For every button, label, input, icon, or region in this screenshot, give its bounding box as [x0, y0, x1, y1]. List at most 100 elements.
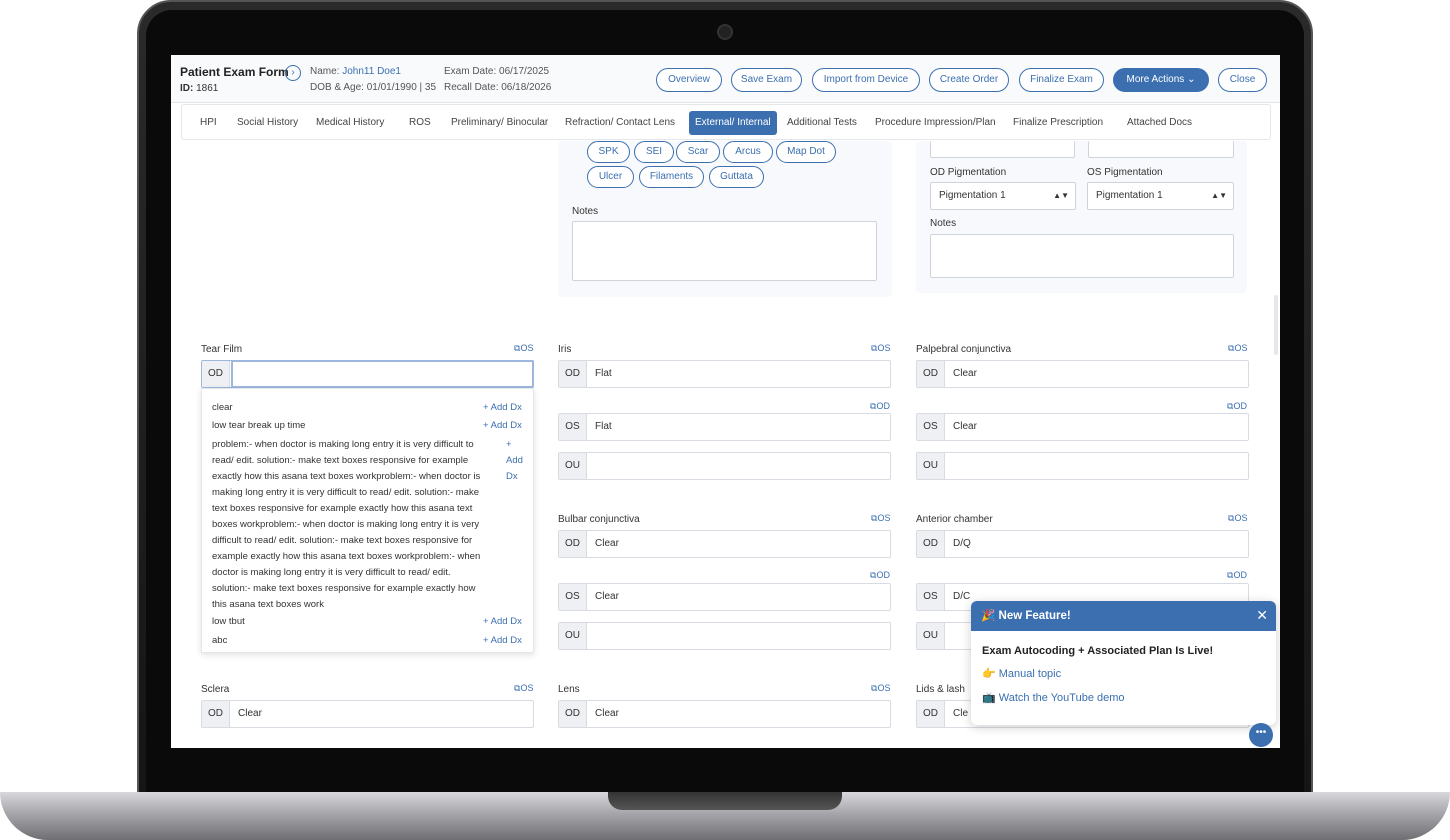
more-options-icon[interactable]: ••• — [1249, 723, 1273, 747]
suggestion-item-long[interactable]: problem:- when doctor is making long ent… — [212, 437, 480, 613]
tear-film-od-field[interactable]: OD — [201, 360, 534, 388]
iris-os-field[interactable]: OS Flat — [558, 413, 891, 441]
copy-to-os-button[interactable]: ⧉OS — [1228, 513, 1247, 524]
popup-heading: Exam Autocoding + Associated Plan Is Liv… — [982, 645, 1214, 657]
eye-label-od: OD — [917, 361, 945, 387]
tab-preliminary[interactable]: Preliminary/ Binocular — [445, 111, 554, 135]
os-pigmentation-select[interactable]: Pigmentation 1 ▲▼ — [1087, 182, 1234, 210]
anterior-chamber-label: Anterior chamber — [916, 514, 993, 525]
chip-filaments[interactable]: Filaments — [639, 166, 704, 188]
copy-to-os-button[interactable]: ⧉OS — [871, 683, 890, 694]
chip-spk[interactable]: SPK — [587, 141, 630, 163]
webcam — [717, 24, 733, 40]
close-button[interactable]: Close — [1218, 68, 1267, 92]
cornea-notes-textarea[interactable] — [572, 221, 877, 281]
laptop-frame: Patient Exam Form › ID: 1861 Name: John1… — [0, 0, 1450, 840]
suggestion-item[interactable]: clear — [212, 400, 233, 416]
lens-od-field[interactable]: OD Clear — [558, 700, 891, 728]
tab-procedure-plan[interactable]: Procedure Impression/Plan — [869, 111, 1002, 135]
exam-header: Patient Exam Form › ID: 1861 Name: John1… — [171, 55, 1280, 103]
chip-sei[interactable]: SEI — [634, 141, 674, 163]
suggestion-item[interactable]: abc — [212, 633, 227, 649]
copy-to-os-button[interactable]: ⧉OS — [514, 683, 533, 694]
tab-finalize-prescription[interactable]: Finalize Prescription — [1007, 111, 1109, 135]
tab-hpi[interactable]: HPI — [194, 111, 223, 135]
new-feature-popup: 🎉 New Feature! ✕ Exam Autocoding + Assoc… — [971, 601, 1276, 725]
eye-label-os: OS — [917, 414, 945, 440]
eye-label-os: OS — [917, 584, 945, 610]
tab-social-history[interactable]: Social History — [231, 111, 304, 135]
chip-ulcer[interactable]: Ulcer — [587, 166, 634, 188]
sort-icon: ▲▼ — [1053, 191, 1069, 200]
palpebral-ou-field[interactable]: OU — [916, 452, 1249, 480]
copy-to-os-button[interactable]: ⧉OS — [871, 513, 890, 524]
finalize-exam-button[interactable]: Finalize Exam — [1019, 68, 1104, 92]
palpebral-os-field[interactable]: OS Clear — [916, 413, 1249, 441]
iris-label: Iris — [558, 344, 572, 355]
copy-to-od-button[interactable]: ⧉OD — [1227, 401, 1247, 412]
section-tabs: HPI Social History Medical History ROS P… — [181, 104, 1271, 140]
app-screen: Patient Exam Form › ID: 1861 Name: John1… — [171, 55, 1280, 748]
palpebral-od-field[interactable]: OD Clear — [916, 360, 1249, 388]
tab-attached-docs[interactable]: Attached Docs — [1121, 111, 1198, 135]
sclera-od-field[interactable]: OD Clear — [201, 700, 534, 728]
sclera-label: Sclera — [201, 684, 230, 695]
add-dx-link[interactable]: + Add Dx — [483, 633, 522, 649]
bulbar-od-value: Clear — [595, 538, 619, 549]
add-dx-link[interactable]: + Add Dx — [483, 418, 522, 434]
eye-label-od: OD — [202, 701, 230, 727]
create-order-button[interactable]: Create Order — [929, 68, 1009, 92]
youtube-demo-link[interactable]: 📺 Watch the YouTube demo — [982, 691, 1125, 704]
iris-od-field[interactable]: OD Flat — [558, 360, 891, 388]
copy-to-os-button[interactable]: ⧉OS — [1228, 343, 1247, 354]
pigment-notes-label: Notes — [930, 218, 957, 229]
tab-additional-tests[interactable]: Additional Tests — [781, 111, 863, 135]
bulbar-os-value: Clear — [595, 591, 619, 602]
pigment-notes-textarea[interactable] — [930, 234, 1234, 278]
suggestion-item[interactable]: low tear break up time — [212, 418, 305, 434]
copy-to-od-button[interactable]: ⧉OD — [870, 570, 890, 581]
od-pigmentation-label: OD Pigmentation — [930, 167, 1007, 178]
manual-topic-link[interactable]: 👉 Manual topic — [982, 667, 1061, 680]
copy-to-od-button[interactable]: ⧉OD — [870, 401, 890, 412]
chip-map-dot[interactable]: Map Dot — [776, 141, 836, 163]
tab-external-internal[interactable]: External/ Internal — [689, 111, 777, 135]
bulbar-ou-field[interactable]: OU — [558, 622, 891, 650]
cornea-notes-label: Notes — [572, 206, 599, 217]
palpebral-label: Palpebral conjunctiva — [916, 344, 1012, 355]
suggestion-item[interactable]: low tbut — [212, 614, 245, 630]
od-pigmentation-select[interactable]: Pigmentation 1 ▲▼ — [930, 182, 1076, 210]
bulbar-od-field[interactable]: OD Clear — [558, 530, 891, 558]
copy-to-od-button[interactable]: ⧉OD — [1227, 570, 1247, 581]
bulbar-os-field[interactable]: OS Clear — [558, 583, 891, 611]
copy-to-os-button[interactable]: ⧉OS — [514, 343, 533, 354]
save-exam-button[interactable]: Save Exam — [731, 68, 802, 92]
palpebral-os-value: Clear — [953, 421, 977, 432]
tear-film-od-input[interactable] — [231, 360, 534, 388]
chip-guttata[interactable]: Guttata — [709, 166, 764, 188]
more-actions-button[interactable]: More Actions ⌄ — [1113, 68, 1209, 92]
chip-scar[interactable]: Scar — [676, 141, 720, 163]
iris-od-value: Flat — [595, 368, 612, 379]
add-dx-link[interactable]: + Add Dx — [483, 614, 522, 630]
chip-arcus[interactable]: Arcus — [723, 141, 773, 163]
copy-to-os-button[interactable]: ⧉OS — [871, 343, 890, 354]
import-device-button[interactable]: Import from Device — [812, 68, 920, 92]
recall-date: Recall Date: 06/18/2026 — [444, 82, 552, 93]
add-dx-link[interactable]: + Add Dx — [506, 437, 523, 485]
tab-ros[interactable]: ROS — [403, 111, 437, 135]
anterior-od-field[interactable]: OD D/Q — [916, 530, 1249, 558]
iris-ou-field[interactable]: OU — [558, 452, 891, 480]
chevron-right-icon[interactable]: › — [285, 65, 301, 81]
eye-label-ou: OU — [559, 453, 587, 479]
eye-label-ou: OU — [917, 623, 945, 649]
sclera-od-value: Clear — [238, 708, 262, 719]
add-dx-link[interactable]: + Add Dx — [483, 400, 522, 416]
overview-button[interactable]: Overview — [656, 68, 722, 92]
close-icon[interactable]: ✕ — [1256, 601, 1268, 629]
tab-refraction[interactable]: Refraction/ Contact Lens — [559, 111, 681, 135]
tab-medical-history[interactable]: Medical History — [310, 111, 390, 135]
page-title: Patient Exam Form — [180, 65, 289, 79]
eye-label-od: OD — [917, 701, 945, 727]
scrollbar[interactable] — [1274, 295, 1278, 355]
